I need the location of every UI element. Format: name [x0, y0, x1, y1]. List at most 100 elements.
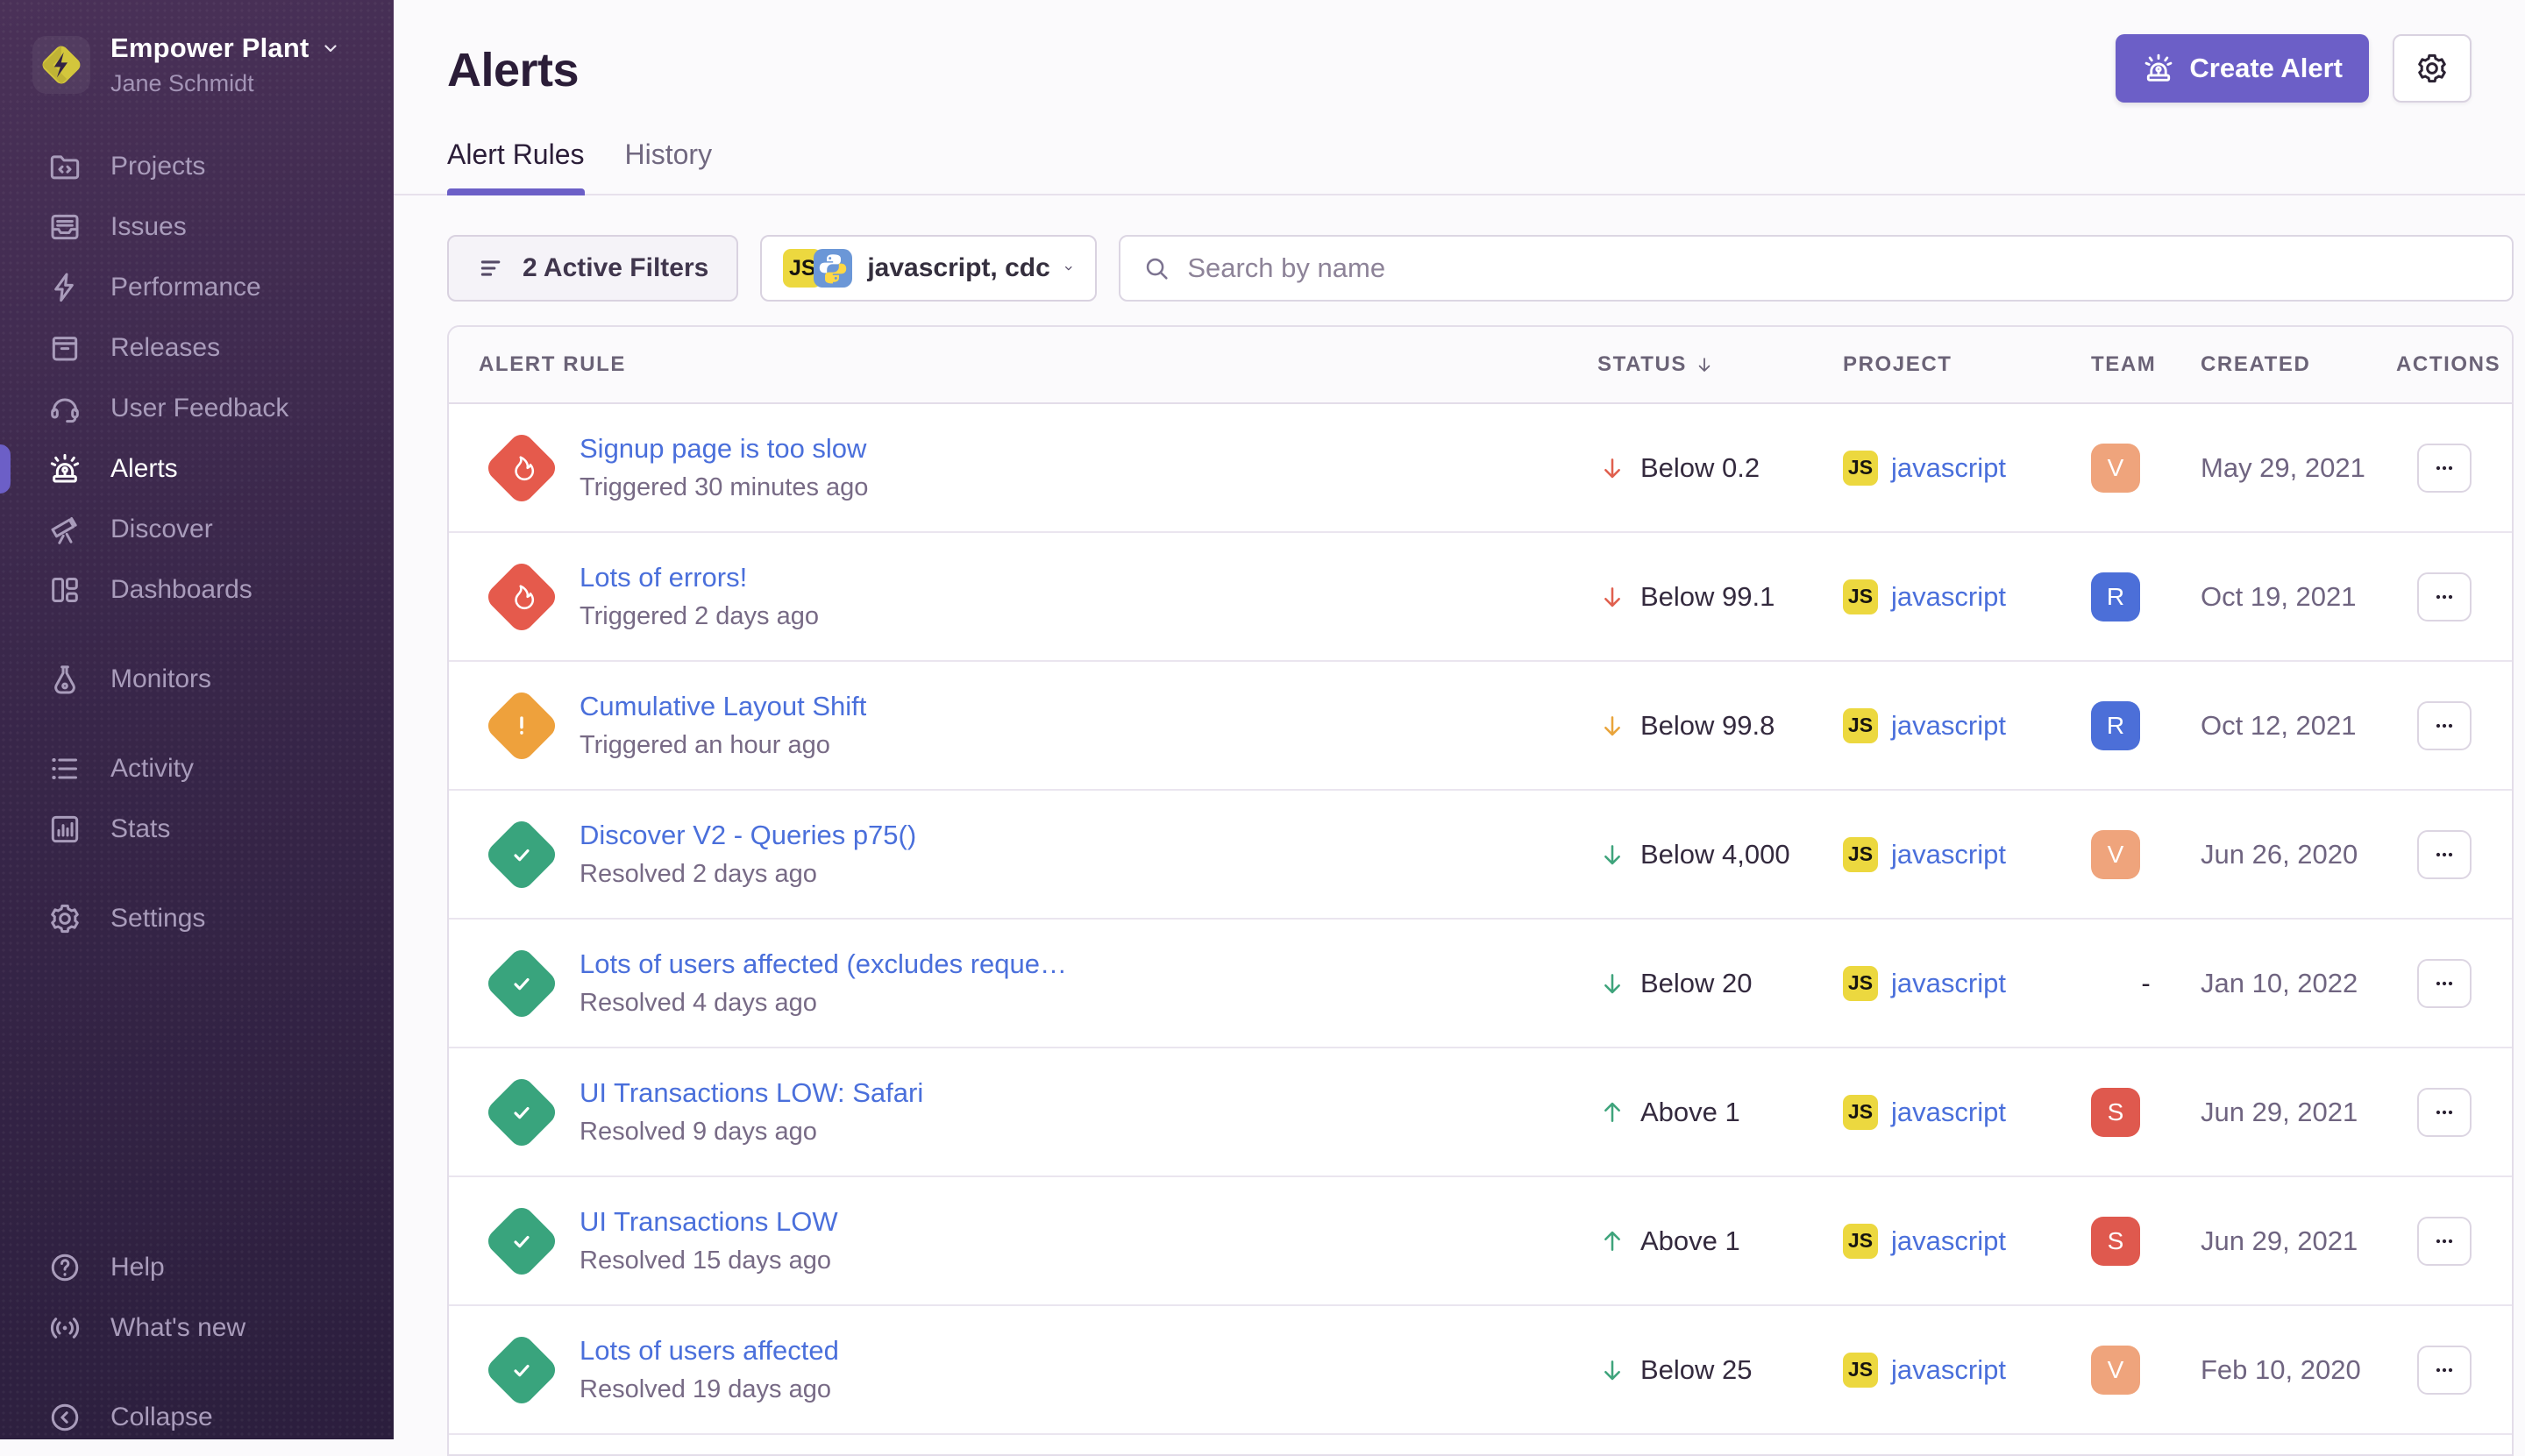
sidebar-footer-item[interactable]: What's new — [0, 1297, 394, 1358]
table-header-row: Alert Rule Status Project Team — [449, 327, 2512, 404]
alert-rule-status-text: Resolved 2 days ago — [580, 860, 916, 889]
help-icon — [47, 1250, 82, 1285]
project-link[interactable]: javascript — [1891, 452, 2006, 484]
project-selector-dropdown[interactable]: JS javascript, cdc — [760, 235, 1097, 302]
alert-rule-link[interactable]: Cumulative Layout Shift — [580, 691, 866, 722]
projects-icon — [47, 149, 82, 184]
ellipsis-icon — [2431, 584, 2457, 610]
column-header[interactable]: Team — [2091, 352, 2201, 377]
project-link[interactable]: javascript — [1891, 1225, 2006, 1257]
column-header[interactable]: Status — [1597, 352, 1843, 377]
sidebar: Empower Plant Jane Schmidt Projects Issu… — [0, 0, 394, 1439]
javascript-platform-icon: JS — [1843, 966, 1878, 1001]
project-link[interactable]: javascript — [1891, 839, 2006, 870]
alert-rule-link[interactable]: Lots of users affected — [580, 1335, 839, 1367]
sidebar-footer-item[interactable]: Collapse — [0, 1387, 394, 1447]
column-header[interactable]: Alert Rule — [449, 352, 1597, 377]
sidebar-item[interactable]: Alerts — [0, 438, 394, 499]
org-switcher[interactable]: Empower Plant Jane Schmidt — [0, 0, 394, 97]
sidebar-item[interactable]: Activity — [0, 738, 394, 799]
alerts-settings-button[interactable] — [2393, 34, 2472, 103]
row-actions-button[interactable] — [2417, 701, 2472, 750]
gear-icon — [2415, 51, 2450, 86]
discover-icon — [47, 512, 82, 547]
activity-icon — [47, 751, 82, 786]
sidebar-item[interactable]: Performance — [0, 257, 394, 317]
down-icon — [1597, 969, 1627, 998]
project-link[interactable]: javascript — [1891, 710, 2006, 742]
alerts-icon — [47, 451, 82, 487]
row-actions-button[interactable] — [2417, 572, 2472, 621]
sidebar-item-label: User Feedback — [110, 394, 288, 423]
alert-rule-status-text: Resolved 19 days ago — [580, 1375, 839, 1404]
up-icon — [1597, 1097, 1627, 1127]
column-header[interactable]: Actions — [2396, 352, 2512, 377]
sidebar-item-label: Monitors — [110, 664, 211, 694]
sidebar-item[interactable]: Settings — [0, 888, 394, 948]
sidebar-item[interactable]: Projects — [0, 136, 394, 196]
empower-plant-logo-icon — [36, 39, 87, 90]
releases-icon — [47, 330, 82, 366]
chevron-down-icon — [320, 38, 341, 59]
search-input[interactable] — [1187, 252, 2491, 284]
project-link[interactable]: javascript — [1891, 581, 2006, 613]
team-badge: S — [2091, 1088, 2140, 1137]
row-actions-button[interactable] — [2417, 830, 2472, 879]
sidebar-item-label: Dashboards — [110, 575, 252, 605]
tab-bar: Alert Rules History — [394, 138, 2525, 195]
alert-rule-link[interactable]: Lots of errors! — [580, 562, 819, 593]
ellipsis-icon — [2431, 1099, 2457, 1126]
tab[interactable]: History — [625, 138, 713, 194]
sidebar-item[interactable]: Discover — [0, 499, 394, 559]
alert-severity-icon — [483, 1077, 560, 1147]
created-date: Jan 10, 2022 — [2201, 968, 2396, 999]
alert-severity-icon — [483, 820, 560, 889]
alert-rule-link[interactable]: UI Transactions LOW: Safari — [580, 1077, 923, 1109]
down-icon — [1597, 582, 1627, 612]
alert-rule-link[interactable]: Discover V2 - Queries p75() — [580, 820, 916, 851]
sidebar-item[interactable]: Dashboards — [0, 559, 394, 620]
created-date: Oct 12, 2021 — [2201, 710, 2396, 742]
alert-rules-table: Alert Rule Status Project Team — [447, 325, 2514, 1456]
project-link[interactable]: javascript — [1891, 968, 2006, 999]
column-header[interactable]: Created — [2201, 352, 2396, 377]
siren-icon — [2142, 52, 2175, 85]
row-actions-button[interactable] — [2417, 1346, 2472, 1395]
check-icon — [505, 838, 538, 871]
javascript-platform-icon: JS — [1843, 1353, 1878, 1388]
row-actions-button[interactable] — [2417, 444, 2472, 493]
row-actions-button[interactable] — [2417, 1088, 2472, 1137]
ellipsis-icon — [2431, 1357, 2457, 1383]
active-indicator — [0, 444, 11, 494]
alert-severity-icon — [483, 562, 560, 631]
create-alert-button[interactable]: Create Alert — [2116, 34, 2369, 103]
sidebar-item-label: Collapse — [110, 1403, 213, 1432]
sidebar-item[interactable]: Issues — [0, 196, 394, 257]
sidebar-item[interactable]: Monitors — [0, 649, 394, 709]
alert-rule-link[interactable]: Lots of users affected (excludes reque… — [580, 948, 1067, 980]
table-row: Lots of users affected Resolved 19 days … — [449, 1306, 2512, 1435]
ellipsis-icon — [2431, 455, 2457, 481]
table-row: UI Transactions LOW: Safari Resolved 9 d… — [449, 1048, 2512, 1177]
tab[interactable]: Alert Rules — [447, 138, 585, 194]
sidebar-item[interactable]: Releases — [0, 317, 394, 378]
sidebar-footer-item[interactable]: Help — [0, 1237, 394, 1297]
table-row: Discover V2 - Queries p75() Resolved 2 d… — [449, 791, 2512, 920]
down-icon — [1597, 711, 1627, 741]
project-link[interactable]: javascript — [1891, 1354, 2006, 1386]
active-filters-button[interactable]: 2 Active Filters — [447, 235, 738, 302]
sidebar-item[interactable]: Stats — [0, 799, 394, 859]
table-row: UI Transactions LOW Resolved 15 days ago… — [449, 1177, 2512, 1306]
row-actions-button[interactable] — [2417, 1217, 2472, 1266]
row-actions-button[interactable] — [2417, 959, 2472, 1008]
alert-rule-link[interactable]: UI Transactions LOW — [580, 1206, 838, 1238]
status-value: Above 1 — [1640, 1097, 1740, 1128]
alert-rule-link[interactable]: Signup page is too slow — [580, 433, 868, 465]
column-header[interactable]: Project — [1843, 352, 2091, 377]
check-icon — [505, 1225, 538, 1258]
team-badge: S — [2091, 1217, 2140, 1266]
sidebar-item[interactable]: User Feedback — [0, 378, 394, 438]
dashboards-icon — [47, 572, 82, 607]
project-link[interactable]: javascript — [1891, 1097, 2006, 1128]
ellipsis-icon — [2431, 970, 2457, 997]
